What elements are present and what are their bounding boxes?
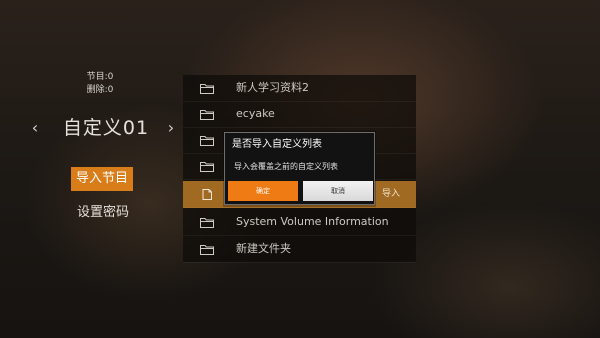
import-confirm-dialog: 是否导入自定义列表 导入会覆盖之前的自定义列表 确定 取消 — [224, 132, 375, 205]
folder-icon — [200, 84, 214, 94]
import-hint: 导入 — [381, 189, 400, 199]
folder-icon — [200, 136, 214, 146]
import-programs-button[interactable]: 导入节目 — [71, 167, 133, 191]
file-row[interactable]: 新建文件夹 — [183, 236, 416, 263]
confirm-button[interactable]: 确定 — [228, 181, 298, 201]
chevron-left-icon[interactable]: ‹ — [28, 116, 42, 140]
file-name: 新建文件夹 — [236, 242, 291, 255]
file-row[interactable]: 新人学习资料2 — [183, 75, 416, 102]
chevron-right-icon[interactable]: › — [164, 116, 178, 140]
deleted-count: 删除:0 — [86, 85, 114, 95]
file-row[interactable]: ecyake — [183, 101, 416, 128]
program-count: 节目:0 — [86, 72, 114, 82]
file-name: 新人学习资料2 — [236, 81, 309, 94]
folder-icon — [200, 162, 214, 172]
folder-icon — [200, 245, 214, 255]
file-icon — [202, 189, 212, 200]
file-row[interactable]: System Volume Information — [183, 209, 416, 236]
custom-list-name: 自定义01 — [62, 117, 150, 139]
list-selector: ‹ 自定义01 › — [28, 116, 180, 140]
file-name: System Volume Information — [236, 215, 389, 228]
dialog-title: 是否导入自定义列表 — [232, 139, 322, 150]
folder-icon — [200, 110, 214, 120]
dialog-message: 导入会覆盖之前的自定义列表 — [234, 162, 338, 171]
file-name: ecyake — [236, 107, 275, 120]
folder-icon — [200, 218, 214, 228]
playlist-panel: 节目:0 删除:0 ‹ 自定义01 › 导入节目 设置密码 — [0, 0, 182, 338]
set-password-button[interactable]: 设置密码 — [68, 202, 138, 224]
cancel-button[interactable]: 取消 — [303, 181, 373, 201]
